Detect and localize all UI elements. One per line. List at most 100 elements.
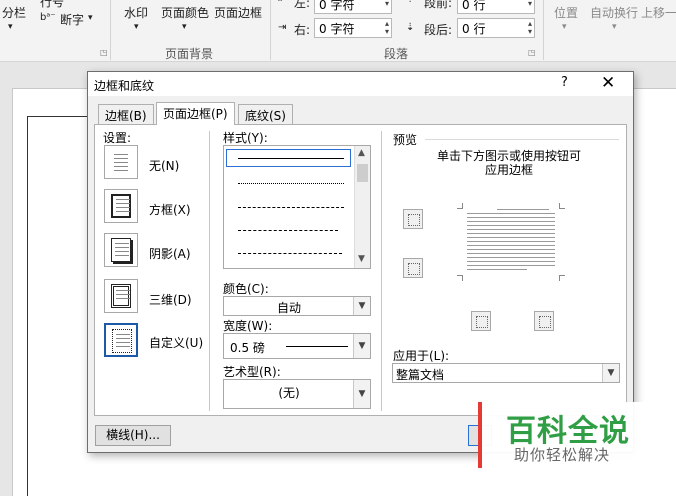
indent-left-label: 左: (294, 0, 311, 10)
columns-button[interactable]: 分栏 (2, 4, 26, 21)
width-line-sample (286, 346, 348, 347)
dialog-titlebar[interactable]: 边框和底纹 ? ✕ (88, 72, 633, 96)
spin-down-icon[interactable]: ▾ (385, 0, 389, 9)
spin-down-icon[interactable]: ▾ (528, 0, 532, 9)
setting-custom-label[interactable]: 自定义(U) (149, 334, 203, 351)
tab-borders[interactable]: 边框(B) (98, 104, 154, 124)
preview-hint: 单击下方图示或使用按钮可 应用边框 (393, 149, 625, 177)
dialog-title: 边框和底纹 (94, 79, 155, 93)
spin-down-icon[interactable]: ▾ (528, 27, 532, 37)
width-label: 宽度(W): (223, 319, 273, 333)
preview-page[interactable] (457, 203, 565, 281)
line-numbers-button[interactable]: 行号 (40, 0, 64, 10)
chevron-down-icon[interactable]: ▼ (353, 334, 370, 358)
ribbon-separator (110, 0, 111, 60)
watermark-button[interactable]: 水印 (124, 4, 148, 21)
color-select[interactable]: 自动 ▼ (223, 296, 371, 316)
wrap-text-dropdown-icon[interactable]: ▾ (612, 22, 617, 32)
spacing-after-label: 段后: (424, 23, 453, 37)
page-background-group-label: 页面背景 (165, 47, 214, 61)
width-select[interactable]: 0.5 磅 ▼ (223, 333, 371, 359)
setting-custom-icon[interactable] (104, 323, 138, 357)
left-border-button-icon[interactable] (471, 311, 491, 331)
apply-to-select[interactable]: 整篇文档 ▼ (392, 363, 620, 383)
setting-none-icon[interactable] (104, 145, 138, 179)
spacing-before-icon: ⇡ (406, 0, 414, 5)
ribbon-separator (270, 0, 271, 60)
page-color-dropdown-icon[interactable]: ▾ (182, 22, 187, 32)
spacing-before-value: 0 行 (462, 0, 486, 12)
indent-left-icon: ⇤ (278, 0, 286, 5)
indent-right-input[interactable]: 0 字符 ▴ ▾ (314, 18, 392, 38)
page-preview-icon (111, 194, 131, 218)
setting-shadow-icon[interactable] (104, 233, 138, 267)
preview-label: 预览 (393, 133, 418, 147)
bring-forward-button[interactable]: 上移一 (641, 4, 676, 21)
spacing-before-label: 段前: (424, 0, 453, 10)
style-option-fine-dash[interactable] (238, 207, 344, 208)
setting-3d-label[interactable]: 三维(D) (149, 291, 192, 308)
style-option-dotted[interactable] (238, 183, 344, 184)
hyphenation-button[interactable]: 断字 (60, 11, 84, 28)
position-button[interactable]: 位置 (554, 4, 578, 21)
spin-down-icon[interactable]: ▾ (385, 27, 389, 37)
chevron-down-icon[interactable]: ▼ (353, 380, 370, 408)
scroll-up-icon[interactable]: ▲ (358, 148, 365, 158)
watermark-dropdown-icon[interactable]: ▾ (134, 22, 139, 32)
style-list-scrollbar[interactable]: ▲ ▼ (354, 146, 370, 268)
spacing-before-input[interactable]: 0 行 ▾ (457, 0, 535, 14)
paragraph-group-label: 段落 (384, 47, 409, 61)
preview-hint-line-2: 应用边框 (484, 163, 533, 177)
tab-page-border[interactable]: 页面边框(P) (156, 102, 235, 125)
page-color-button[interactable]: 页面颜色 (161, 4, 209, 21)
chevron-down-icon[interactable]: ▼ (353, 297, 370, 315)
ribbon-separator (543, 0, 544, 60)
setting-shadow-label[interactable]: 阴影(A) (149, 245, 191, 262)
tab-shading[interactable]: 底纹(S) (238, 104, 293, 124)
indent-right-value: 0 字符 (319, 22, 355, 36)
page-preview-icon (111, 284, 131, 308)
right-border-button-icon[interactable] (534, 311, 554, 331)
position-dropdown-icon[interactable]: ▾ (562, 22, 567, 32)
style-option-dash[interactable] (238, 230, 338, 231)
indent-left-value: 0 字符 (319, 0, 355, 12)
page-preview-icon (111, 150, 131, 174)
style-list[interactable]: ▲ ▼ (223, 145, 371, 269)
scroll-down-icon[interactable]: ▼ (358, 254, 365, 264)
setting-box-label[interactable]: 方框(X) (149, 201, 191, 218)
setting-box-icon[interactable] (104, 189, 138, 223)
setting-none-label[interactable]: 无(N) (149, 157, 179, 174)
top-border-button-icon[interactable] (403, 209, 423, 229)
horizontal-line-button[interactable]: 横线(H)... (95, 425, 171, 446)
page-preview-icon (112, 329, 132, 353)
color-value: 自动 (276, 301, 301, 315)
wrap-text-button[interactable]: 自动换行 (590, 4, 638, 21)
bottom-border-button-icon[interactable] (403, 258, 423, 278)
color-label: 颜色(C): (223, 282, 269, 296)
spacing-after-value: 0 行 (462, 22, 486, 36)
indent-left-input[interactable]: 0 字符 ▾ (314, 0, 392, 14)
close-icon[interactable]: ✕ (601, 73, 615, 93)
style-option-dash-dot[interactable] (238, 253, 342, 254)
width-value: 0.5 磅 (230, 341, 265, 355)
chevron-down-icon[interactable]: ▼ (602, 364, 619, 382)
style-label: 样式(Y): (223, 131, 268, 145)
page-borders-button[interactable]: 页面边框 (214, 4, 262, 21)
watermark-subtitle: 助你轻松解决 (514, 446, 611, 464)
spacing-after-input[interactable]: 0 行 ▴ ▾ (457, 18, 535, 38)
scroll-thumb[interactable] (357, 164, 368, 182)
preview-rule (425, 139, 619, 140)
help-icon[interactable]: ? (561, 75, 568, 90)
setting-3d-icon[interactable] (104, 279, 138, 313)
dialog-launcher-icon[interactable]: ◳ (100, 48, 108, 57)
art-select[interactable]: (无) ▼ (223, 379, 371, 409)
art-label: 艺术型(R): (223, 365, 281, 379)
margin-marker (27, 116, 89, 117)
hyphenation-dropdown-icon[interactable]: ▾ (88, 13, 93, 23)
columns-dropdown-icon[interactable]: ▾ (8, 22, 13, 32)
style-option-solid[interactable] (238, 158, 344, 159)
hyphenation-icon: bᵃ⁻ (40, 12, 56, 23)
preview-hint-line-1: 单击下方图示或使用按钮可 (436, 149, 581, 163)
indent-right-icon: ⇥ (278, 22, 287, 33)
dialog-launcher-icon[interactable]: ◳ (528, 48, 536, 57)
